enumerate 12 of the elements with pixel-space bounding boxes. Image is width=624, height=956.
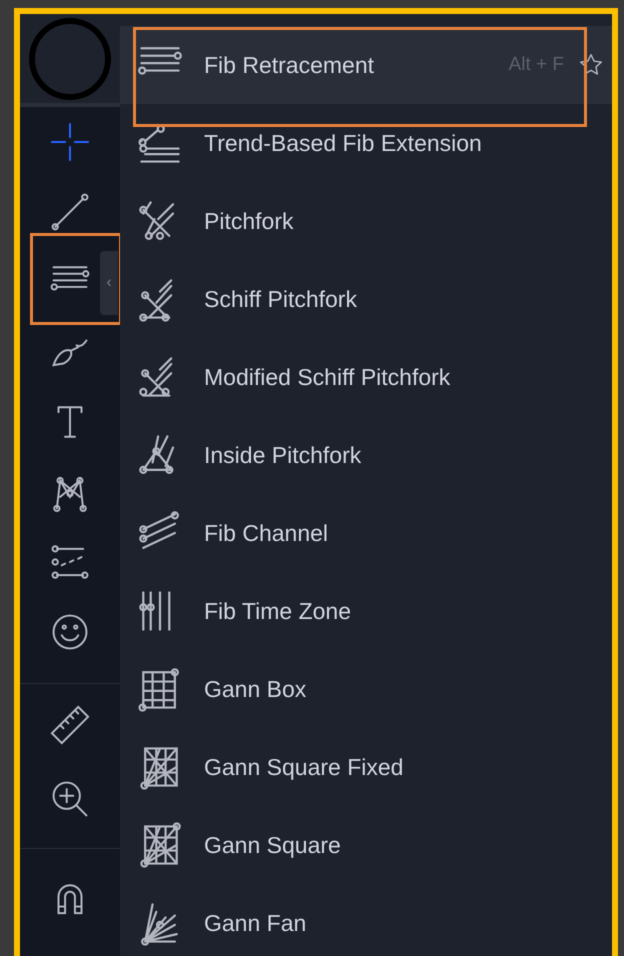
tool-label: Fib Time Zone [204, 596, 352, 626]
tool-label: Modified Schiff Pitchfork [204, 362, 452, 392]
tool-label: Gann Square [204, 830, 342, 860]
tool-label: Trend-Based Fib Extension [204, 128, 483, 158]
tool-label: Gann Fan [204, 908, 308, 938]
tool-label: Gann Box [204, 674, 308, 704]
tool-label: Gann Square Fixed [204, 752, 404, 782]
tool-label: Fib Retracement [204, 50, 376, 80]
tool-label: Schiff Pitchfork [204, 284, 358, 314]
tool-label: Pitchfork [204, 206, 294, 236]
tool-label: Inside Pitchfork [204, 440, 362, 470]
tool-label: Fib Channel [204, 518, 330, 548]
